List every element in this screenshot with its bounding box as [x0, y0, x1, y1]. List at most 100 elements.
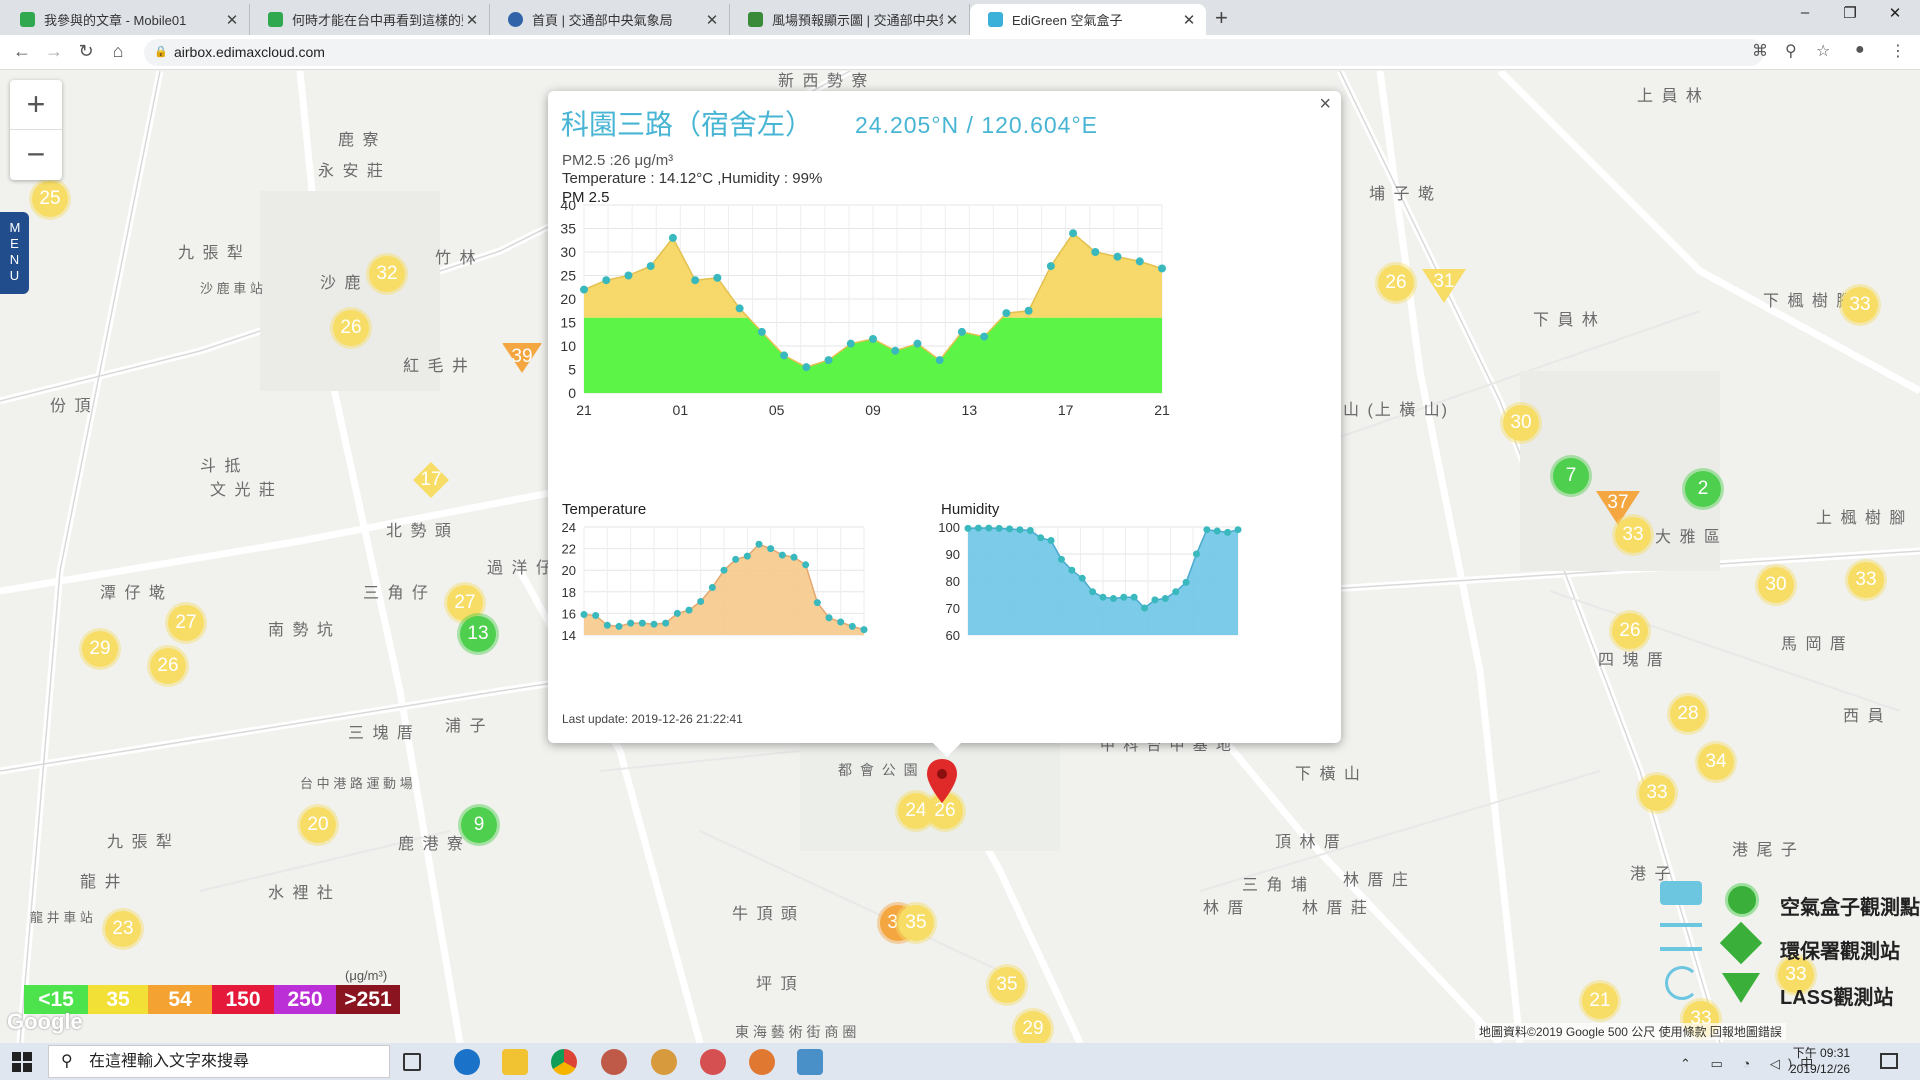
y-tick-label: 20	[560, 291, 576, 307]
translate-icon[interactable]: ⌘	[1752, 41, 1768, 61]
y-tick-label: 60	[946, 628, 960, 643]
x-tick-label: 17	[1058, 402, 1074, 418]
tab-cwb-home[interactable]: 首頁 | 交通部中央氣象局 ✕	[490, 4, 730, 35]
app-icon[interactable]	[797, 1049, 823, 1075]
airbox-marker[interactable]: 33	[1848, 562, 1884, 598]
x-tick-label: 21	[1154, 402, 1170, 418]
app-icon[interactable]	[651, 1049, 677, 1075]
window-close-icon[interactable]: ✕	[1875, 4, 1915, 22]
data-point	[891, 346, 900, 355]
map-attribution[interactable]: 地圖資料©2019 Google 500 公尺 使用條款 回報地圖錯誤	[1475, 1023, 1786, 1040]
zoom-out-button[interactable]: −	[10, 130, 62, 180]
tab-close-icon[interactable]: ✕	[223, 11, 241, 29]
y-tick-label: 10	[560, 338, 576, 354]
x-tick-label: 13	[962, 402, 978, 418]
app-icon[interactable]	[700, 1049, 726, 1075]
airbox-marker[interactable]: 35	[989, 967, 1025, 1003]
airbox-marker[interactable]: 26	[333, 310, 369, 346]
legend-bin: >251	[336, 985, 400, 1014]
chrome-icon[interactable]	[551, 1049, 577, 1075]
airbox-marker[interactable]: 2	[1685, 471, 1721, 507]
home-icon[interactable]: ⌂	[106, 41, 130, 62]
airbox-marker[interactable]: 35	[898, 905, 934, 941]
task-view-icon[interactable]	[403, 1053, 421, 1071]
airbox-marker[interactable]: 30	[1758, 567, 1794, 603]
location-pin-icon[interactable]	[925, 757, 959, 805]
map-canvas[interactable]: 新 西 勢 寮 鹿 寮 永 安 莊 九 張 犁 沙 鹿 竹 林 紅 毛 井 份 …	[0, 71, 1920, 1043]
airbox-marker[interactable]: 23	[105, 911, 141, 947]
taskbar-clock[interactable]: 下午 09:31 2019/12/26	[1790, 1045, 1850, 1077]
data-point	[1161, 595, 1169, 603]
data-point	[802, 561, 810, 569]
x-tick-label: 05	[769, 402, 785, 418]
tab-close-icon[interactable]: ✕	[1180, 11, 1198, 29]
close-icon[interactable]: ×	[1319, 93, 1331, 116]
address-bar[interactable]: 🔒 airbox.edimaxcloud.com	[144, 39, 1764, 66]
back-icon[interactable]: ←	[10, 41, 34, 62]
bookmark-star-icon[interactable]: ☆	[1816, 41, 1830, 61]
place-label: 斗 抵	[200, 458, 243, 475]
airbox-marker[interactable]: 29	[1015, 1011, 1051, 1043]
menu-button[interactable]: MENU	[0, 212, 29, 294]
zoom-in-button[interactable]: +	[10, 80, 62, 130]
place-label: 四 塊 厝	[1598, 652, 1665, 669]
restore-icon[interactable]: ❐	[1830, 4, 1870, 22]
place-label: 沙 鹿	[320, 275, 363, 292]
airbox-marker[interactable]: 32	[369, 256, 405, 292]
windows-start-icon[interactable]	[12, 1052, 32, 1072]
minimize-icon[interactable]: –	[1785, 4, 1825, 21]
data-point	[1130, 593, 1138, 601]
airbox-marker[interactable]: 33	[1615, 517, 1651, 553]
taskbar-search-input[interactable]: ⚲ 在這裡輸入文字來搜尋	[48, 1045, 390, 1078]
data-point	[732, 555, 740, 563]
airbox-marker[interactable]: 9	[461, 807, 497, 843]
tab-close-icon[interactable]: ✕	[463, 11, 481, 29]
tab-close-icon[interactable]: ✕	[703, 11, 721, 29]
data-point	[813, 599, 821, 607]
place-label: 沙 鹿 車 站	[200, 281, 263, 296]
data-point	[1057, 555, 1065, 563]
airbox-marker[interactable]: 13	[460, 616, 496, 652]
tab-wind-forecast[interactable]: 風場預報顯示圖 | 交通部中央氣象局 ✕	[730, 4, 970, 35]
airbox-marker[interactable]: 30	[1503, 405, 1539, 441]
data-point	[1091, 248, 1100, 256]
app-icon[interactable]	[749, 1049, 775, 1075]
airbox-marker[interactable]: 28	[1670, 696, 1706, 732]
app-icon[interactable]	[601, 1049, 627, 1075]
airbox-marker[interactable]: 29	[82, 631, 118, 667]
notification-icon[interactable]	[1880, 1053, 1898, 1069]
airbox-marker[interactable]: 7	[1553, 458, 1589, 494]
forward-icon[interactable]: →	[42, 41, 66, 62]
profile-icon[interactable]: ●	[1855, 41, 1865, 59]
tab-bluesky[interactable]: 何時才能在台中再看到這樣的藍天 ✕	[250, 4, 490, 35]
zoom-icon[interactable]: ⚲	[1785, 41, 1797, 61]
tab-mobile01[interactable]: 我參與的文章 - Mobile01 ✕	[2, 4, 250, 35]
airbox-marker[interactable]: 21	[1582, 983, 1618, 1019]
new-tab-icon[interactable]: +	[1215, 5, 1228, 31]
data-point	[1113, 252, 1122, 261]
tab-close-icon[interactable]: ✕	[943, 11, 961, 29]
place-label: 林 厝 庄	[1343, 872, 1410, 889]
reload-icon[interactable]: ↻	[74, 41, 98, 62]
airbox-marker[interactable]: 20	[300, 807, 336, 843]
tab-title: 首頁 | 交通部中央氣象局	[532, 13, 673, 28]
place-label: 鹿 港 寮	[398, 836, 465, 853]
data-point	[957, 327, 966, 336]
edge-icon[interactable]	[454, 1049, 480, 1075]
tab-title: 風場預報顯示圖 | 交通部中央氣象局	[772, 13, 943, 28]
airbox-marker[interactable]: 33	[1639, 775, 1675, 811]
tab-edigreen[interactable]: EdiGreen 空氣盒子 ✕	[970, 4, 1206, 35]
airbox-marker[interactable]: 26	[1378, 265, 1414, 301]
airbox-marker[interactable]: 34	[1698, 744, 1734, 780]
y-tick-label: 15	[560, 315, 576, 331]
airbox-marker[interactable]: 33	[1842, 287, 1878, 323]
airbox-marker[interactable]: 25	[32, 181, 68, 217]
y-tick-label: 25	[560, 268, 576, 284]
kebab-menu-icon[interactable]: ⋮	[1890, 41, 1906, 61]
data-point	[691, 276, 700, 285]
airbox-marker[interactable]: 26	[150, 648, 186, 684]
airbox-marker[interactable]: 26	[1612, 613, 1648, 649]
place-label: 龍 井 車 站	[30, 910, 93, 925]
file-explorer-icon[interactable]	[502, 1049, 528, 1075]
airbox-marker[interactable]: 27	[168, 605, 204, 641]
